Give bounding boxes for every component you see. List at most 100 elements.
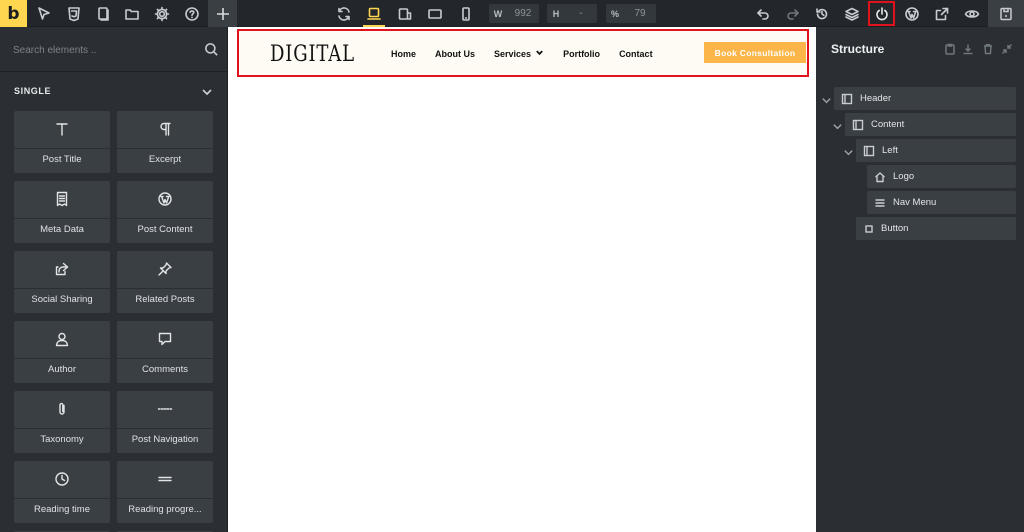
element-taxonomy[interactable]: Taxonomy [14,391,110,453]
element-label: Reading time [34,504,90,515]
builder-canvas[interactable]: DIGITAL Home About Us Services Portfolio… [228,27,816,532]
nav-item-contact[interactable]: Contact [619,49,653,59]
tree-item-button[interactable]: Button [856,217,1016,240]
chevron-down-icon[interactable] [832,119,844,131]
bars-icon [117,469,213,489]
clipboard-icon[interactable] [944,42,958,56]
element-meta-data[interactable]: Meta Data [14,181,110,243]
chevron-down-icon[interactable] [201,85,215,99]
element-label: Post Navigation [131,434,199,445]
tree-item-label: Logo [893,171,915,182]
book-consultation-button[interactable]: Book Consultation [704,42,806,63]
pages-icon[interactable] [92,3,114,25]
element-label: Related Posts [135,294,195,305]
element-label: Excerpt [148,154,182,165]
tree-item-label: Nav Menu [893,197,937,208]
home-icon [874,170,887,183]
element-label: Reading progre... [128,504,202,515]
undo-icon[interactable] [752,3,774,25]
brand-logo[interactable]: b [0,0,27,27]
tree-item-label: Header [860,93,892,104]
chevron-down-icon[interactable] [821,93,833,105]
element-label: Comments [142,364,188,375]
cursor-icon[interactable] [33,3,55,25]
folder-icon[interactable] [121,3,143,25]
element-label: Author [48,364,76,375]
element-label: Post Content [137,224,193,235]
site-header[interactable]: DIGITAL Home About Us Services Portfolio… [237,29,809,77]
nav-item-label: Services [494,48,532,59]
tree-item-header[interactable]: Header [834,87,1016,110]
height-value: - [579,8,583,19]
save-button[interactable] [988,0,1024,27]
nav-item-home[interactable]: Home [391,49,416,59]
paragraph-icon [117,119,213,139]
pin-icon [117,259,213,279]
section-icon [841,92,854,105]
tree-item-nav-menu[interactable]: Nav Menu [867,191,1016,214]
menu-icon [874,196,887,209]
nav-item-services[interactable]: Services [494,48,544,59]
elements-panel: SINGLE Post Title Excerpt Meta Data [0,27,228,532]
nav-menu: Home About Us Services Portfolio Contact [391,48,672,59]
preview-eye-icon[interactable] [961,3,983,25]
help-icon[interactable] [181,3,203,25]
wordpress-icon[interactable] [901,3,923,25]
section-icon [852,118,865,131]
collapse-icon[interactable] [1001,42,1015,56]
refresh-icon[interactable] [333,3,355,25]
element-label: Post Title [42,154,82,165]
element-reading-time[interactable]: Reading time [14,461,110,523]
element-label: Taxonomy [40,434,84,445]
tablet-landscape-icon[interactable] [394,3,416,25]
element-social-sharing[interactable]: Social Sharing [14,251,110,313]
chevron-down-icon[interactable] [843,145,855,157]
receipt-icon [14,189,110,209]
height-label: H [552,8,560,19]
tree-item-logo[interactable]: Logo [867,165,1016,188]
category-label: SINGLE [14,86,52,96]
site-logo[interactable]: DIGITAL [270,42,355,67]
external-link-icon[interactable] [931,3,953,25]
tree-item-label: Content [871,119,905,130]
tree-item-content[interactable]: Content [845,113,1016,136]
zoom-field[interactable]: % 79 [606,4,656,23]
nav-item-about-us[interactable]: About Us [435,49,475,59]
tree-item-label: Left [882,145,898,156]
width-value: 992 [514,8,532,19]
css3-icon[interactable] [63,3,85,25]
nav-item-portfolio[interactable]: Portfolio [563,49,600,59]
share-icon [14,259,110,279]
element-author[interactable]: Author [14,321,110,383]
mobile-icon[interactable] [455,3,477,25]
user-icon [14,329,110,349]
layers-icon[interactable] [841,3,863,25]
text-icon [14,119,110,139]
comment-icon [117,329,213,349]
trash-icon[interactable] [982,42,996,56]
tree-item-label: Button [881,223,909,234]
history-icon[interactable] [811,3,833,25]
download-icon[interactable] [962,42,976,56]
width-field[interactable]: W 992 [489,4,539,23]
desktop-device-icon[interactable] [363,3,385,27]
redo-icon[interactable] [782,3,804,25]
height-field[interactable]: H - [547,4,597,23]
tablet-icon[interactable] [424,3,446,25]
element-post-title[interactable]: Post Title [14,111,110,173]
element-related-posts[interactable]: Related Posts [117,251,213,313]
category-header[interactable]: SINGLE [0,73,228,109]
element-excerpt[interactable]: Excerpt [117,111,213,173]
element-reading-progress[interactable]: Reading progre... [117,461,213,523]
chevron-down-icon [531,48,544,59]
search-icon[interactable] [204,42,220,58]
search-input[interactable] [13,42,193,58]
element-post-content[interactable]: Post Content [117,181,213,243]
paperclip-icon [14,399,110,419]
tree-item-left[interactable]: Left [856,139,1016,162]
element-post-navigation[interactable]: Post Navigation [117,391,213,453]
plus-icon [216,7,229,20]
settings-gear-icon[interactable] [151,3,173,25]
element-comments[interactable]: Comments [117,321,213,383]
add-element-button[interactable] [208,0,237,27]
